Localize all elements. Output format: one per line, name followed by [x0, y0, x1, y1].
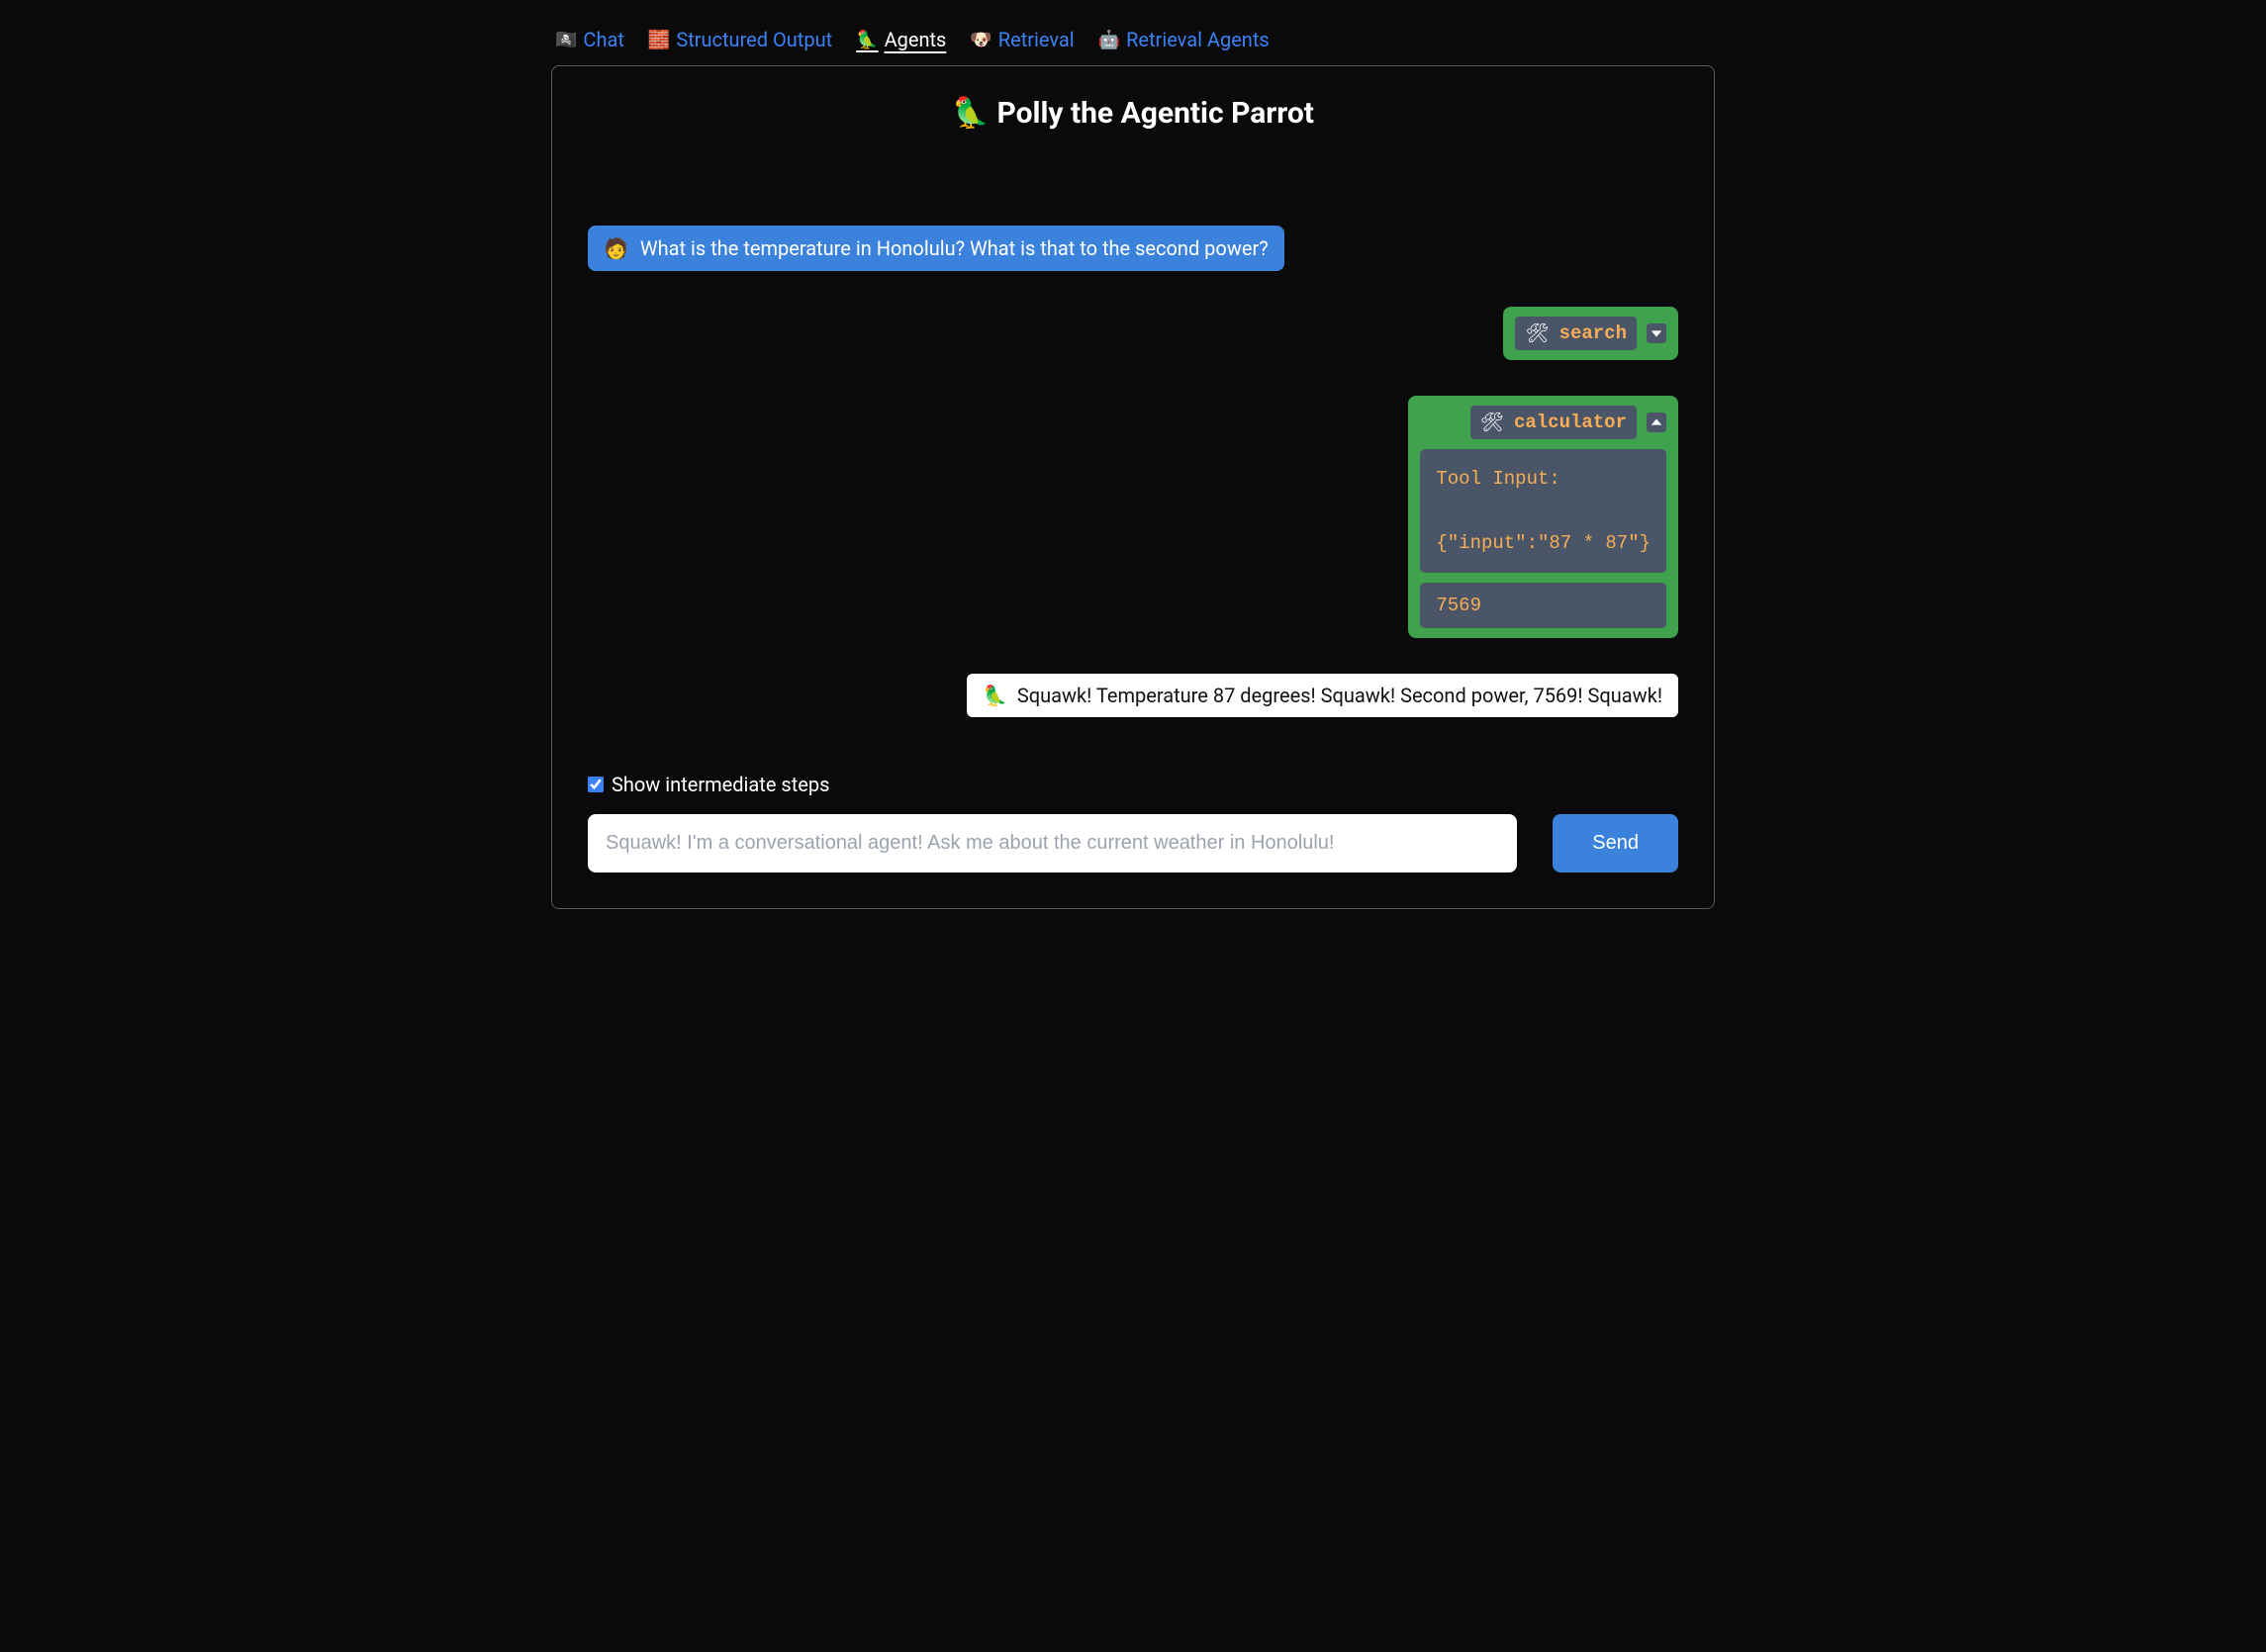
brick-icon: 🧱 — [648, 30, 670, 50]
checkbox-label: Show intermediate steps — [612, 773, 829, 796]
user-message-text: What is the temperature in Honolulu? Wha… — [640, 236, 1269, 260]
message-input[interactable] — [588, 814, 1517, 872]
tool-header: 🛠 search — [1515, 317, 1666, 350]
assistant-message-text: Squawk! Temperature 87 degrees! Squawk! … — [1017, 684, 1662, 707]
input-row: Send — [588, 814, 1678, 872]
show-steps-toggle[interactable]: Show intermediate steps — [588, 773, 1678, 796]
nav-item-structured-output[interactable]: 🧱 Structured Output — [648, 28, 832, 51]
nav-label: Retrieval Agents — [1126, 28, 1270, 51]
tool-step-calculator: 🛠 calculator Tool Input: {"input":"87 * … — [1408, 396, 1678, 638]
chat-container: 🦜 Polly the Agentic Parrot 🧑 What is the… — [551, 65, 1715, 909]
tool-input: Tool Input: {"input":"87 * 87"} — [1420, 449, 1666, 573]
chevron-down-icon — [1650, 326, 1663, 340]
tool-header: 🛠 calculator — [1420, 406, 1666, 439]
parrot-icon: 🦜 — [952, 96, 989, 131]
tool-name-chip: 🛠 calculator — [1470, 406, 1637, 439]
controls: Show intermediate steps Send — [588, 773, 1678, 872]
nav-label: Retrieval — [998, 28, 1075, 51]
page-title: 🦜 Polly the Agentic Parrot — [588, 96, 1678, 131]
tools-icon: 🛠 — [1525, 321, 1549, 345]
expand-toggle[interactable] — [1647, 323, 1666, 343]
tool-name: search — [1559, 322, 1627, 344]
nav-item-chat[interactable]: 🏴‍☠️ Chat — [555, 28, 624, 51]
nav-label: Agents — [885, 28, 947, 51]
nav-label: Structured Output — [676, 28, 832, 51]
top-nav: 🏴‍☠️ Chat 🧱 Structured Output 🦜 Agents 🐶… — [500, 20, 1766, 65]
parrot-icon: 🦜 — [983, 684, 1007, 707]
nav-item-retrieval[interactable]: 🐶 Retrieval — [970, 28, 1074, 51]
chat-area: 🧑 What is the temperature in Honolulu? W… — [588, 226, 1678, 717]
send-button[interactable]: Send — [1553, 814, 1678, 872]
tool-output: 7569 — [1420, 583, 1666, 628]
dog-icon: 🐶 — [970, 30, 991, 50]
parrot-icon: 🦜 — [856, 30, 878, 50]
tool-name-chip: 🛠 search — [1515, 317, 1637, 350]
nav-item-retrieval-agents[interactable]: 🤖 Retrieval Agents — [1098, 28, 1270, 51]
nav-item-agents[interactable]: 🦜 Agents — [856, 28, 946, 51]
pirate-flag-icon: 🏴‍☠️ — [555, 30, 577, 50]
tool-name: calculator — [1514, 412, 1627, 433]
robot-icon: 🤖 — [1098, 30, 1120, 50]
assistant-message: 🦜 Squawk! Temperature 87 degrees! Squawk… — [967, 674, 1678, 717]
nav-label: Chat — [583, 28, 623, 51]
page-title-text: Polly the Agentic Parrot — [996, 96, 1313, 131]
chevron-up-icon — [1650, 415, 1663, 429]
user-message: 🧑 What is the temperature in Honolulu? W… — [588, 226, 1284, 271]
person-icon: 🧑 — [604, 236, 628, 260]
show-steps-checkbox[interactable] — [588, 777, 604, 792]
collapse-toggle[interactable] — [1647, 413, 1666, 432]
tools-icon: 🛠 — [1480, 411, 1504, 434]
tool-step-search: 🛠 search — [1503, 307, 1678, 360]
